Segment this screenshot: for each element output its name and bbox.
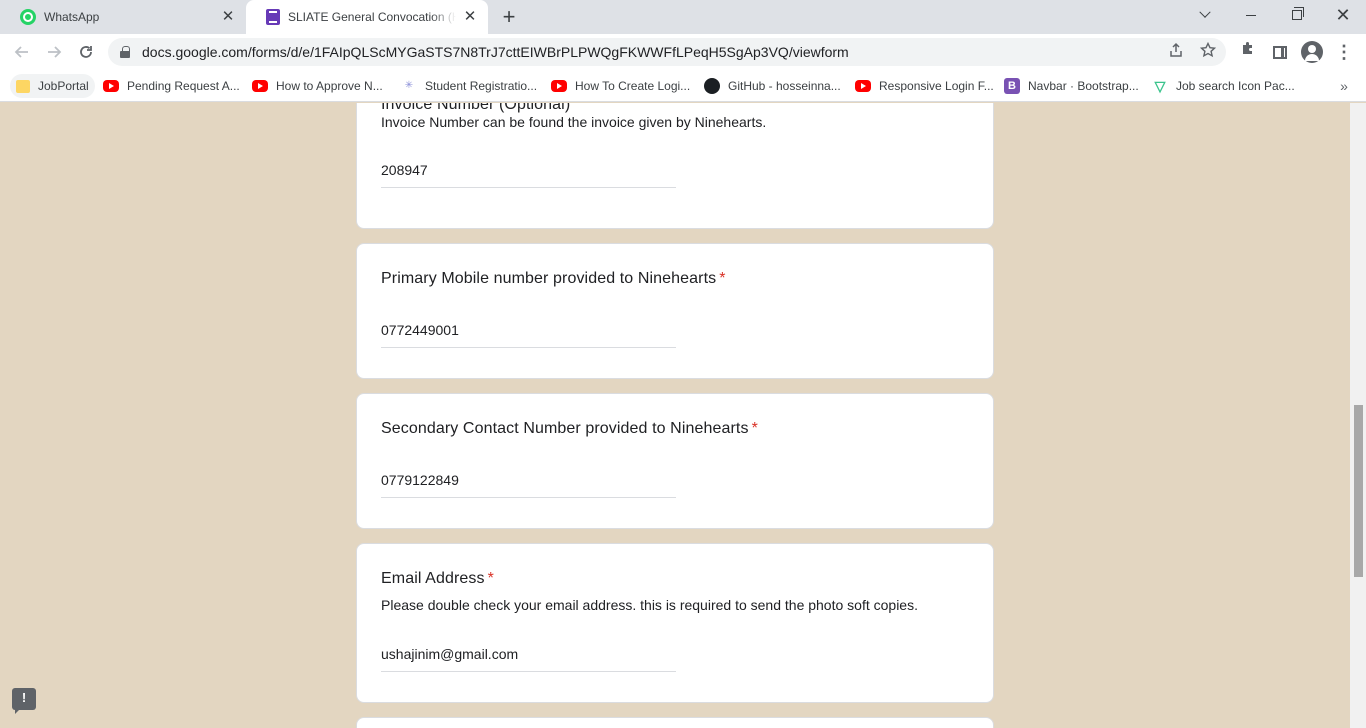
question-title-text: Primary Mobile number provided to Ninehe…: [381, 270, 717, 287]
arrow-left-icon: [14, 46, 28, 58]
tab-strip: WhatsApp ✕ SLIATE General Convocation (H…: [0, 0, 1366, 34]
youtube-icon: [551, 80, 567, 92]
restore-icon: [1292, 7, 1304, 20]
browser-menu-button[interactable]: ⋮: [1332, 40, 1356, 64]
required-asterisk: *: [719, 270, 726, 287]
bookmarks-bar: JobPortal Pending Request A... How to Ap…: [0, 70, 1366, 102]
bookmark-item[interactable]: Pending Request A...: [97, 74, 246, 98]
url-text[interactable]: docs.google.com/forms/d/e/1FAIpQLScMYGaS…: [142, 44, 849, 60]
folder-icon: [16, 79, 30, 93]
question-card-secondary-contact: Secondary Contact Number provided to Nin…: [356, 393, 994, 529]
question-card-next: [356, 717, 994, 728]
tab-whatsapp[interactable]: WhatsApp ✕: [0, 0, 246, 34]
vuetify-icon: ▽: [1154, 78, 1166, 94]
bookmark-item[interactable]: How To Create Logi...: [545, 74, 696, 98]
tab-search-button[interactable]: [1182, 0, 1228, 30]
extensions-icon[interactable]: [1236, 40, 1260, 64]
arrow-right-icon: [48, 46, 62, 58]
window-close-button[interactable]: ✕: [1320, 0, 1366, 30]
tab-title: SLIATE General Convocation (Hel: [288, 10, 456, 24]
form-viewport: Invoice Number (Optional) Invoice Number…: [0, 103, 1350, 728]
question-description: Invoice Number can be found the invoice …: [381, 114, 767, 130]
bookmark-item[interactable]: Responsive Login F...: [849, 74, 1000, 98]
close-tab-icon[interactable]: ✕: [462, 9, 478, 25]
share-icon[interactable]: [1166, 42, 1186, 62]
invoice-number-input[interactable]: 208947: [381, 156, 676, 188]
question-title: Email Address *: [381, 570, 494, 588]
bookmark-label: JobPortal: [38, 79, 89, 93]
primary-mobile-input[interactable]: 0772449001: [381, 316, 676, 348]
bookmark-label: Job search Icon Pac...: [1176, 79, 1295, 93]
scrollbar-thumb[interactable]: [1354, 405, 1363, 577]
close-tab-icon[interactable]: ✕: [220, 9, 236, 25]
youtube-icon: [252, 80, 268, 92]
required-asterisk: *: [751, 420, 758, 437]
bookmark-item[interactable]: GitHub - hosseinna...: [698, 74, 847, 98]
youtube-icon: [103, 80, 119, 92]
bootstrap-icon: B: [1004, 78, 1020, 94]
google-forms-icon: [266, 9, 280, 25]
question-card-invoice: Invoice Number (Optional) Invoice Number…: [356, 103, 994, 229]
question-card-email: Email Address * Please double check your …: [356, 543, 994, 703]
bookmark-item[interactable]: B Navbar · Bootstrap...: [998, 74, 1145, 98]
reload-button[interactable]: [72, 38, 100, 66]
lock-icon[interactable]: [120, 46, 130, 58]
bookmark-label: GitHub - hosseinna...: [728, 79, 841, 93]
bookmark-item[interactable]: ▽ Job search Icon Pac...: [1146, 74, 1301, 98]
restore-button[interactable]: [1274, 0, 1320, 30]
page-scrollbar[interactable]: [1350, 103, 1366, 728]
side-panel-button[interactable]: [1268, 40, 1292, 64]
bookmark-label: Responsive Login F...: [879, 79, 994, 93]
question-description: Please double check your email address. …: [381, 597, 918, 613]
tab-sliate-form[interactable]: SLIATE General Convocation (Hel ✕: [246, 0, 488, 34]
profile-button[interactable]: [1300, 40, 1324, 64]
tab-title: WhatsApp: [44, 10, 100, 24]
bookmark-label: How to Approve N...: [276, 79, 383, 93]
github-icon: [704, 78, 720, 94]
email-input[interactable]: ushajinim@gmail.com: [381, 640, 676, 672]
bookmark-label: How To Create Logi...: [575, 79, 691, 93]
browser-toolbar: docs.google.com/forms/d/e/1FAIpQLScMYGaS…: [0, 34, 1366, 70]
bookmark-star-icon[interactable]: [1198, 41, 1218, 62]
secondary-contact-input[interactable]: 0779122849: [381, 466, 676, 498]
required-asterisk: *: [487, 570, 494, 587]
forward-button[interactable]: [40, 38, 68, 66]
report-feedback-button[interactable]: !: [12, 688, 36, 714]
bookmark-item[interactable]: ✳ Student Registratio...: [395, 74, 543, 98]
question-title-text: Email Address: [381, 570, 485, 587]
question-title-text: Secondary Contact Number provided to Nin…: [381, 420, 749, 437]
youtube-icon: [855, 80, 871, 92]
site-icon: ✳: [404, 80, 414, 91]
reload-icon: [80, 46, 92, 58]
bookmark-label: Navbar · Bootstrap...: [1028, 79, 1139, 93]
bookmarks-overflow-button[interactable]: »: [1334, 74, 1354, 98]
avatar-icon: [1301, 41, 1323, 64]
minimize-button[interactable]: [1228, 0, 1274, 30]
bookmark-label: Pending Request A...: [127, 79, 240, 93]
bookmark-label: Student Registratio...: [425, 79, 538, 93]
minimize-icon: [1246, 14, 1256, 16]
question-card-primary-mobile: Primary Mobile number provided to Ninehe…: [356, 243, 994, 379]
address-bar[interactable]: docs.google.com/forms/d/e/1FAIpQLScMYGaS…: [108, 38, 1226, 66]
whatsapp-icon: [20, 9, 36, 25]
back-button[interactable]: [8, 38, 36, 66]
new-tab-button[interactable]: +: [498, 6, 520, 28]
question-title: Secondary Contact Number provided to Nin…: [381, 420, 758, 438]
side-panel-icon: [1273, 45, 1287, 59]
chevron-down-icon: [1199, 6, 1211, 18]
question-title: Primary Mobile number provided to Ninehe…: [381, 270, 726, 288]
bookmark-jobportal[interactable]: JobPortal: [10, 74, 95, 98]
bookmark-item[interactable]: How to Approve N...: [246, 74, 389, 98]
question-title: Invoice Number (Optional): [381, 103, 570, 114]
question-title-text: Invoice Number (Optional): [381, 103, 571, 113]
